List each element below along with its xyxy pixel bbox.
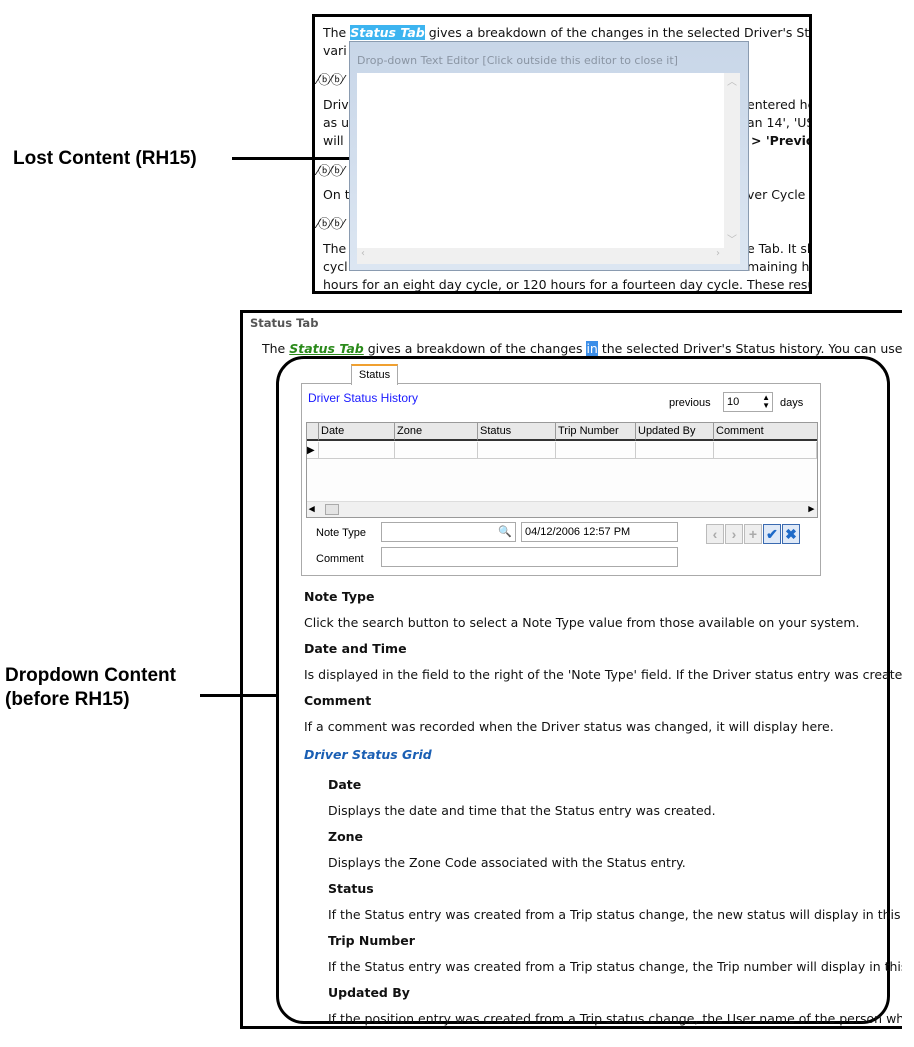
table-cell[interactable] [395, 442, 478, 459]
column-header[interactable]: Date [319, 423, 395, 441]
text-line: The Status Tab gives a breakdown of the … [323, 25, 812, 40]
stepper-arrows-icon[interactable]: ▲ ▼ [762, 394, 770, 410]
grid-heading: Driver Status Grid [304, 747, 432, 762]
text-line: ver Cycle T [747, 187, 812, 202]
row-header [307, 423, 319, 441]
section-heading: Zone [328, 829, 364, 844]
section-text: Displays the date and time that the Stat… [328, 803, 716, 818]
horizontal-scrollbar[interactable]: ‹ › [357, 248, 740, 264]
section-heading: Note Type [304, 589, 375, 604]
section-text: Is displayed in the field to the right o… [304, 667, 902, 682]
chevron-up-icon[interactable]: ︿ [724, 73, 740, 88]
section-text: Displays the Zone Code associated with t… [328, 855, 686, 870]
text-line: Driv [323, 97, 349, 112]
section-heading: Status [328, 881, 374, 896]
text-line: > 'Previo [751, 133, 812, 148]
section-text: If a comment was recorded when the Drive… [304, 719, 834, 734]
text-line: cycl [323, 259, 348, 274]
comment-input[interactable] [381, 547, 678, 567]
section-text: If the position entry was created from a… [328, 1011, 902, 1026]
editor-title: Drop-down Text Editor [Click outside thi… [357, 54, 678, 67]
section-heading: Comment [304, 693, 372, 708]
text-line: entered he [747, 97, 812, 112]
section-heading: Updated By [328, 985, 410, 1000]
annotation-dropdown-content-2: (before RH15) [5, 689, 130, 710]
text-line: maining ho [747, 259, 812, 274]
table-cell[interactable] [556, 442, 636, 459]
section-heading: Trip Number [328, 933, 415, 948]
add-button[interactable]: + [744, 524, 762, 544]
dialog-title: Driver Status History [308, 391, 419, 405]
table-cell[interactable] [714, 442, 817, 459]
text-line: e Tab. It sh [747, 241, 812, 256]
column-header[interactable]: Trip Number [556, 423, 636, 441]
tab-status[interactable]: Status [351, 364, 398, 385]
horizontal-scrollbar[interactable]: ◂ ▸ [307, 501, 817, 517]
section-heading: Date and Time [304, 641, 407, 656]
status-tab-link[interactable]: Status Tab [350, 25, 425, 40]
chevron-left-icon[interactable]: ◂ [309, 502, 315, 515]
note-type-label: Note Type [316, 527, 366, 539]
table-cell[interactable] [636, 442, 714, 459]
text-line: On t [323, 187, 350, 202]
status-dialog: Driver Status History previous 10 ▲ ▼ days… [301, 383, 821, 576]
intro-text: The Status Tab gives a breakdown of the … [262, 341, 902, 356]
days-label: days [780, 397, 804, 409]
chevron-left-icon[interactable]: ‹ [361, 248, 365, 259]
days-stepper[interactable]: 10 ▲ ▼ [723, 392, 773, 412]
status-grid[interactable]: Date Zone Status Trip Number Updated By … [306, 422, 818, 518]
date-time-field[interactable]: 04/12/2006 12:57 PM [521, 522, 678, 542]
row-pointer-icon: ▶ [307, 442, 319, 459]
column-header[interactable]: Status [478, 423, 556, 441]
chevron-right-icon[interactable]: ▸ [808, 502, 814, 515]
save-check-button[interactable]: ✔ [763, 524, 781, 544]
editor-textarea[interactable]: ︿ ﹀ ‹ › [357, 73, 740, 264]
cancel-x-button[interactable]: ✖ [782, 524, 800, 544]
link-icon: ⁄ⓑ⁄ⓑ⁄ [317, 72, 344, 87]
previous-label: previous [669, 397, 711, 409]
text-line: vari [323, 43, 347, 58]
section-text: If the Status entry was created from a T… [328, 907, 902, 922]
column-header[interactable]: Comment [714, 423, 817, 441]
section-heading: Date [328, 777, 362, 792]
annotation-dropdown-content: Dropdown Content [5, 665, 176, 686]
dropdown-text-editor[interactable]: Drop-down Text Editor [Click outside thi… [349, 41, 749, 271]
chevron-down-icon[interactable]: ﹀ [724, 231, 740, 246]
text-line: The [323, 241, 347, 256]
dropdown-content-panel: Status Tab The Status Tab gives a breakd… [240, 310, 902, 1029]
column-header[interactable]: Zone [395, 423, 478, 441]
column-header[interactable]: Updated By [636, 423, 714, 441]
link-icon: ⁄ⓑ⁄ⓑ⁄ [317, 216, 344, 231]
comment-label: Comment [316, 553, 364, 565]
section-text: If the Status entry was created from a T… [328, 959, 902, 974]
text-line: will [323, 133, 344, 148]
link-icon: ⁄ⓑ⁄ⓑ⁄ [317, 163, 344, 178]
scroll-thumb[interactable] [325, 504, 339, 515]
table-cell[interactable] [319, 442, 395, 459]
annotation-lost-content: Lost Content (RH15) [13, 148, 197, 169]
next-button[interactable]: › [725, 524, 743, 544]
search-icon[interactable]: 🔍 [498, 523, 512, 541]
status-tab-link[interactable]: Status Tab [289, 341, 364, 356]
previous-button[interactable]: ‹ [706, 524, 724, 544]
note-type-input[interactable]: 🔍 [381, 522, 516, 542]
text-line: as u [323, 115, 350, 130]
vertical-scrollbar[interactable]: ︿ ﹀ [724, 73, 740, 248]
text-line: hours for an eight day cycle, or 120 hou… [323, 277, 812, 292]
section-heading: Status Tab [250, 316, 319, 330]
table-cell[interactable] [478, 442, 556, 459]
lost-content-panel: The Status Tab gives a breakdown of the … [312, 14, 812, 294]
section-text: Click the search button to select a Note… [304, 615, 860, 630]
text-line: an 14', 'US [747, 115, 812, 130]
chevron-right-icon[interactable]: › [716, 248, 720, 259]
